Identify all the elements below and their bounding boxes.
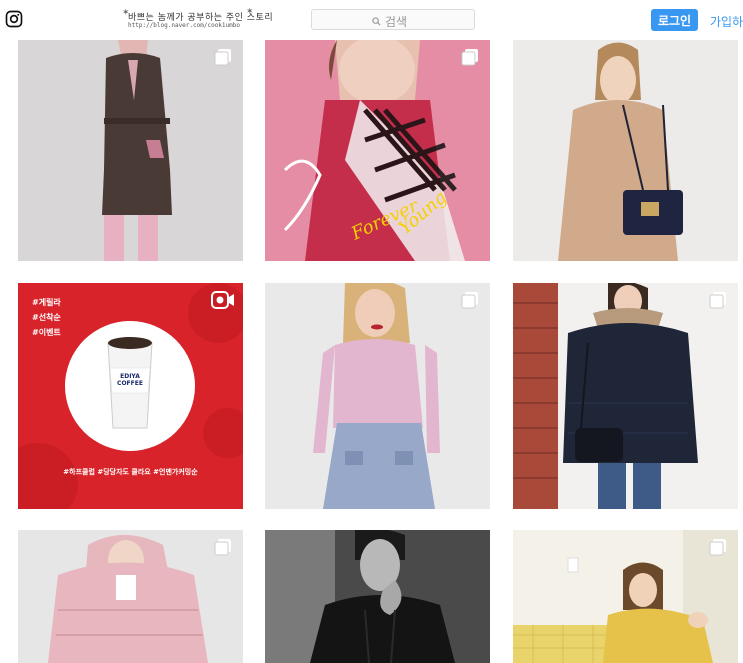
post-photo bbox=[265, 283, 490, 509]
hashtag-list: #게릴라 #선착순 #이벤트 bbox=[32, 295, 61, 340]
post-photo bbox=[18, 530, 243, 663]
post-tile[interactable] bbox=[18, 40, 243, 261]
post-tile[interactable] bbox=[265, 283, 490, 509]
post-tile[interactable] bbox=[513, 40, 738, 261]
blog-watermark: ✶ 바쁘는 놈께가 공부하는 주인 스토리 ✶ http://blog.nave… bbox=[120, 7, 273, 32]
multi-post-icon bbox=[461, 292, 478, 309]
instagram-icon[interactable] bbox=[5, 10, 23, 28]
hashtag: #선착순 bbox=[32, 313, 61, 322]
signup-link[interactable]: 가입하 bbox=[710, 13, 743, 30]
post-photo bbox=[513, 283, 738, 509]
post-photo bbox=[513, 40, 738, 261]
login-button[interactable]: 로그인 bbox=[651, 9, 698, 31]
cup-brand-text: EDIYA COFFEE bbox=[117, 373, 143, 387]
post-tile[interactable]: Forever Young bbox=[265, 40, 490, 261]
multi-post-icon bbox=[214, 49, 231, 66]
multi-post-icon bbox=[709, 539, 726, 556]
post-photo bbox=[513, 530, 738, 663]
video-icon bbox=[211, 291, 234, 309]
post-tile[interactable] bbox=[18, 530, 243, 663]
multi-post-icon bbox=[461, 49, 478, 66]
hashtag: #게릴라 bbox=[32, 298, 61, 307]
post-tile[interactable] bbox=[513, 283, 738, 509]
post-photo: Forever Young bbox=[265, 40, 490, 261]
promo-hashtags: #하프클럽 #당당자도 쿨라요 #언맨가커밍순 bbox=[63, 468, 198, 476]
post-tile[interactable] bbox=[513, 530, 738, 663]
top-navigation-bar: ✶ 바쁘는 놈께가 공부하는 주인 스토리 ✶ http://blog.nave… bbox=[0, 0, 743, 40]
search-box[interactable]: 검색 bbox=[311, 9, 478, 31]
post-photo bbox=[18, 40, 243, 261]
star-icon: ✶ bbox=[246, 7, 254, 17]
search-icon bbox=[372, 17, 381, 26]
multi-post-icon bbox=[214, 539, 231, 556]
post-photo bbox=[265, 530, 490, 663]
post-tile[interactable] bbox=[265, 530, 490, 663]
post-tile[interactable]: #게릴라 #선착순 #이벤트 EDIYA COFFEE #하프클럽 #당당자도 … bbox=[18, 283, 243, 509]
watermark-url: http://blog.naver.com/cook1umbo bbox=[128, 22, 240, 29]
multi-post-icon bbox=[709, 292, 726, 309]
search-placeholder-group: 검색 bbox=[372, 13, 407, 30]
search-placeholder: 검색 bbox=[385, 15, 408, 29]
hashtag: #이벤트 bbox=[32, 328, 61, 337]
